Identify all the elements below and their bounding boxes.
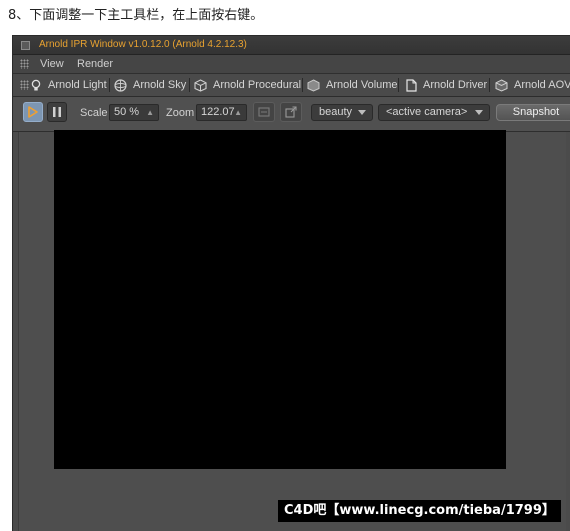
arnold-driver-button[interactable]: Arnold Driver (404, 76, 487, 94)
menu-view[interactable]: View (40, 57, 64, 71)
ipr-toolbar: Scale 50 % ▲︎ Zoom 122.07 ▲︎ beauty <act… (13, 97, 570, 132)
divider (398, 78, 399, 92)
aov-box-icon (495, 78, 508, 92)
instruction-caption: 8、下面调整一下主工具栏，在上面按右键。 (8, 8, 264, 23)
zoom-value: 122.07 (201, 106, 235, 118)
pause-icon (53, 107, 61, 117)
window-title: Arnold IPR Window v1.0.12.0 (Arnold 4.2.… (39, 39, 247, 50)
divider (302, 78, 303, 92)
pass-select[interactable]: beauty (311, 104, 373, 121)
menu-render[interactable]: Render (77, 57, 113, 71)
arnold-light-button[interactable]: Arnold Light (29, 76, 107, 94)
procedural-cube-icon (194, 78, 207, 92)
arnold-sky-button[interactable]: Arnold Sky (114, 76, 186, 94)
menu-bar: View Render (13, 55, 570, 74)
region-render-button[interactable] (253, 102, 275, 122)
pause-render-button[interactable] (47, 102, 67, 122)
arnold-aov-button[interactable]: Arnold AOV (495, 76, 570, 94)
zoom-label: Zoom (166, 107, 195, 119)
chevron-down-icon (475, 110, 483, 115)
window-menu-icon[interactable] (21, 41, 30, 50)
arnold-driver-label: Arnold Driver (423, 79, 488, 91)
region-icon (258, 107, 270, 117)
play-icon (28, 106, 38, 118)
open-external-button[interactable] (280, 102, 302, 122)
divider (189, 78, 190, 92)
stepper-arrows-icon[interactable]: ▲︎ (146, 105, 154, 120)
divider (489, 78, 490, 92)
pass-value: beauty (319, 106, 353, 118)
start-render-button[interactable] (23, 102, 43, 122)
scale-stepper[interactable]: 50 % ▲︎ (109, 104, 159, 121)
window-titlebar[interactable]: Arnold IPR Window v1.0.12.0 (Arnold 4.2.… (13, 36, 570, 55)
arnold-procedural-label: Arnold Procedural (213, 79, 302, 91)
render-output-area[interactable] (54, 130, 506, 469)
camera-value: <active camera> (386, 106, 468, 118)
arnold-aov-label: Arnold AOV (514, 79, 570, 91)
camera-select[interactable]: <active camera> (378, 104, 490, 121)
scale-label: Scale (80, 107, 108, 119)
site-watermark: C4D吧【www.linecg.com/tieba/1799】 (278, 500, 561, 522)
zoom-stepper[interactable]: 122.07 ▲︎ (196, 104, 247, 121)
arnold-sky-label: Arnold Sky (133, 79, 187, 91)
chevron-down-icon (358, 110, 366, 115)
divider (109, 78, 110, 92)
stepper-arrows-icon[interactable]: ▲︎ (234, 105, 242, 120)
arnold-volume-label: Arnold Volume (326, 79, 398, 91)
sky-sphere-icon (114, 78, 127, 92)
scale-value: 50 % (114, 106, 140, 118)
external-link-icon (285, 106, 297, 118)
arnold-volume-button[interactable]: Arnold Volume (307, 76, 398, 94)
objbar-grip-icon[interactable] (20, 80, 29, 90)
arnold-procedural-button[interactable]: Arnold Procedural (194, 76, 301, 94)
volume-cube-icon (307, 78, 320, 92)
arnold-object-bar: Arnold Light Arnold Sky Arnold Procedura… (13, 74, 570, 97)
document-icon (404, 78, 417, 92)
lightbulb-icon (29, 79, 42, 92)
snapshot-button[interactable]: Snapshot (496, 104, 570, 121)
arnold-light-label: Arnold Light (48, 79, 107, 91)
grip-handle-icon[interactable] (20, 59, 29, 69)
